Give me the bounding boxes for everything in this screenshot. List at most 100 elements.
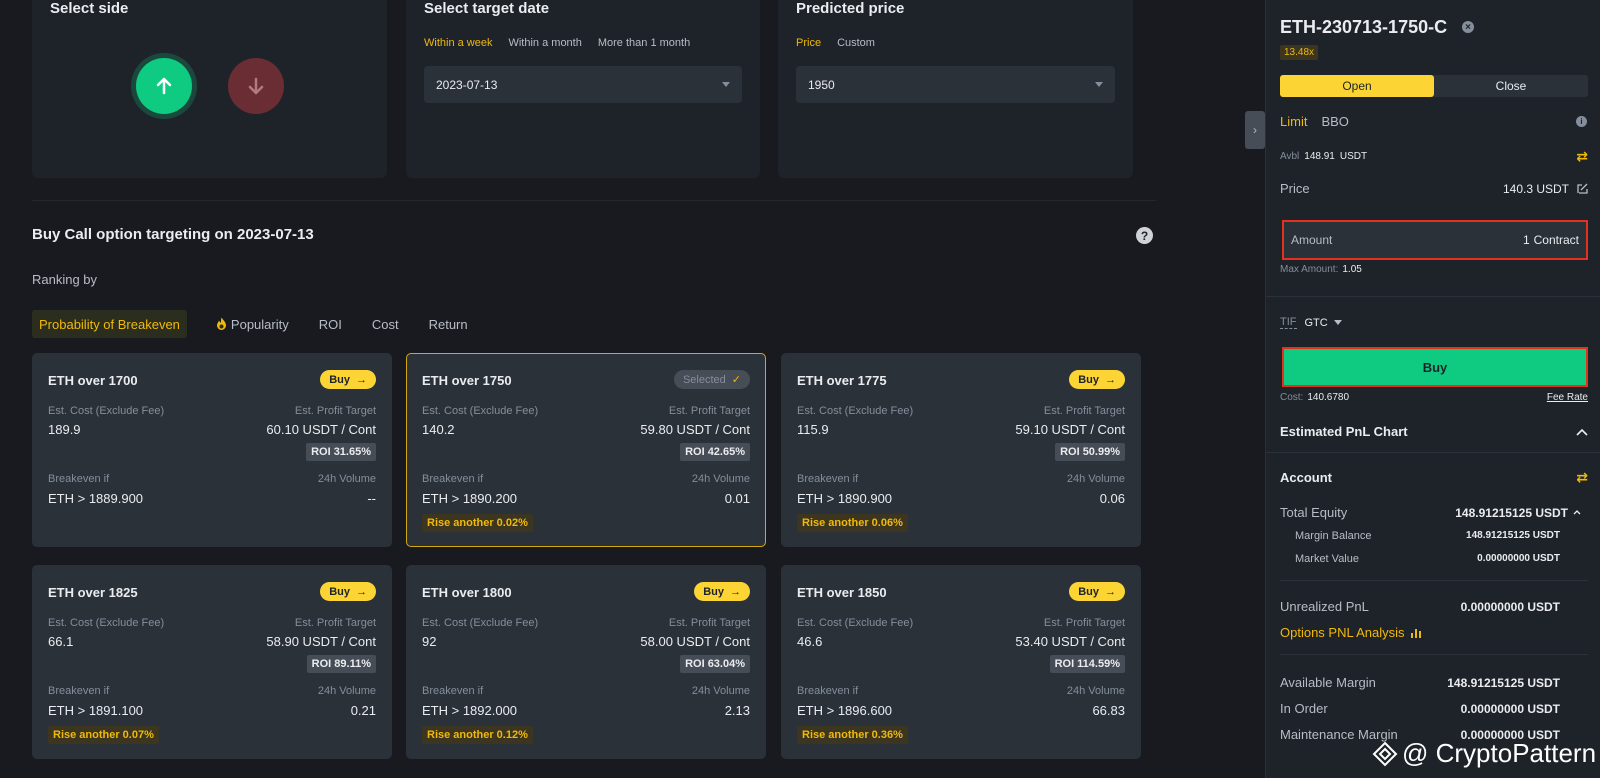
collapse-panel-button[interactable]: › bbox=[1245, 111, 1265, 149]
tab-price[interactable]: Price bbox=[796, 37, 821, 49]
target-date-select[interactable]: 2023-07-13 bbox=[424, 66, 742, 103]
order-panel: ETH-230713-1750-C × 13.48x Open Close Li… bbox=[1265, 0, 1600, 778]
tab-label: Return bbox=[428, 316, 468, 332]
watermark: @ CryptoPattern bbox=[1372, 738, 1596, 769]
tif-select[interactable]: GTC bbox=[1305, 317, 1342, 329]
put-side-button[interactable] bbox=[228, 58, 284, 114]
roi-badge: ROI 114.59% bbox=[1049, 655, 1125, 673]
tab-custom[interactable]: Custom bbox=[837, 37, 875, 49]
account-title: Account bbox=[1280, 470, 1332, 485]
volume-value: 0.06 bbox=[1099, 491, 1125, 506]
est-profit-value: 58.90 USDT / Cont bbox=[266, 634, 376, 649]
breakeven-label: Breakeven if bbox=[48, 473, 110, 485]
card-buy-button[interactable]: Buy → bbox=[320, 582, 376, 601]
tif-row: TIF GTC bbox=[1280, 316, 1588, 329]
est-profit-label: Est. Profit Target bbox=[294, 617, 376, 629]
transfer-icon[interactable]: ⇄ bbox=[1576, 148, 1588, 165]
tab-return[interactable]: Return bbox=[422, 310, 475, 338]
separator bbox=[1280, 654, 1588, 655]
tab-open[interactable]: Open bbox=[1280, 75, 1434, 97]
tab-close[interactable]: Close bbox=[1434, 75, 1588, 97]
caret-down-icon bbox=[1095, 82, 1103, 87]
tab-more-than-month[interactable]: More than 1 month bbox=[598, 37, 690, 49]
price-label: Price bbox=[1280, 181, 1310, 196]
pnl-chart-title: Estimated PnL Chart bbox=[1280, 424, 1408, 439]
fee-rate-link[interactable]: Fee Rate bbox=[1547, 392, 1588, 403]
avbl-label: Avbl bbox=[1280, 151, 1300, 162]
in-order-value: 0.00000000 USDT bbox=[1460, 702, 1560, 716]
volume-label: 24h Volume bbox=[317, 685, 376, 697]
price-value[interactable]: 140.3 USDT bbox=[1503, 182, 1569, 196]
rise-badge: Rise another 0.06% bbox=[797, 514, 908, 532]
tab-probability-breakeven[interactable]: Probability of Breakeven bbox=[32, 310, 187, 338]
in-order-label: In Order bbox=[1280, 701, 1328, 716]
transfer-icon[interactable]: ⇄ bbox=[1576, 469, 1588, 486]
est-profit-label: Est. Profit Target bbox=[668, 405, 750, 417]
arrow-right-icon: → bbox=[1105, 585, 1116, 598]
avbl-value: 148.91 bbox=[1304, 151, 1335, 162]
card-title: ETH over 1750 bbox=[422, 373, 512, 388]
breakeven-value: ETH > 1890.200 bbox=[422, 491, 518, 506]
buy-button-label: Buy bbox=[1422, 359, 1448, 375]
available-margin-value: 148.91215125 USDT bbox=[1447, 676, 1560, 690]
bar-chart-icon bbox=[1410, 628, 1421, 638]
cost-label: Cost: bbox=[1280, 392, 1304, 403]
est-profit-value: 59.80 USDT / Cont bbox=[640, 422, 750, 437]
tab-popularity[interactable]: Popularity bbox=[209, 310, 296, 338]
card-buy-button[interactable]: Buy → bbox=[320, 370, 376, 389]
leverage-badge: 13.48x bbox=[1280, 45, 1319, 60]
section-title: Buy Call option targeting on 2023-07-13 bbox=[32, 226, 314, 243]
tab-within-month[interactable]: Within a month bbox=[508, 37, 581, 49]
options-pnl-analysis-link[interactable]: Options PNL Analysis bbox=[1280, 625, 1422, 640]
volume-value: 2.13 bbox=[724, 703, 750, 718]
card-buy-button[interactable]: Buy → bbox=[1069, 582, 1125, 601]
unrealized-pnl-value: 0.00000000 USDT bbox=[1460, 600, 1560, 614]
arrow-right-icon: → bbox=[356, 373, 367, 386]
contract-symbol: ETH-230713-1750-C bbox=[1280, 17, 1448, 37]
order-type-tabs: Limit BBO bbox=[1280, 114, 1349, 129]
est-cost-label: Est. Cost (Exclude Fee) bbox=[48, 617, 165, 629]
close-icon[interactable]: × bbox=[1462, 21, 1474, 33]
selected-label: Selected bbox=[682, 373, 726, 386]
predicted-price-select[interactable]: 1950 bbox=[796, 66, 1115, 103]
separator bbox=[1280, 580, 1588, 581]
tab-roi[interactable]: ROI bbox=[312, 310, 349, 338]
total-equity-value: 148.91215125 USDT bbox=[1455, 506, 1568, 520]
unrealized-pnl-label: Unrealized PnL bbox=[1280, 599, 1369, 614]
option-card[interactable]: ETH over 1775 Buy → Est. Cost (Exclude Fee)… bbox=[781, 353, 1141, 547]
chevron-up-icon bbox=[1576, 428, 1588, 436]
tab-label: Popularity bbox=[230, 316, 289, 332]
arrow-up-icon bbox=[156, 77, 172, 95]
breakeven-value: ETH > 1891.100 bbox=[48, 703, 144, 718]
amount-input[interactable]: Amount 1 Contract bbox=[1282, 220, 1588, 260]
est-profit-value: 60.10 USDT / Cont bbox=[266, 422, 376, 437]
target-date-title: Select target date bbox=[424, 0, 550, 17]
separator bbox=[1266, 296, 1600, 297]
option-card[interactable]: ETH over 1750 Selected ✓ Est. Cost (Exclude… bbox=[406, 353, 766, 547]
info-icon[interactable]: i bbox=[1576, 116, 1587, 127]
tab-bbo[interactable]: BBO bbox=[1321, 114, 1348, 129]
edit-icon[interactable] bbox=[1577, 183, 1588, 194]
card-buy-button[interactable]: Buy → bbox=[694, 582, 750, 601]
option-card[interactable]: ETH over 1825 Buy → Est. Cost (Exclude Fee)… bbox=[32, 565, 392, 759]
est-profit-value: 59.10 USDT / Cont bbox=[1015, 422, 1125, 437]
tab-limit[interactable]: Limit bbox=[1280, 114, 1307, 129]
buy-button[interactable]: Buy bbox=[1282, 347, 1588, 387]
card-buy-button[interactable]: Buy → bbox=[1069, 370, 1125, 389]
chevron-up-icon[interactable] bbox=[1573, 509, 1581, 515]
tab-cost[interactable]: Cost bbox=[365, 310, 406, 338]
breakeven-label: Breakeven if bbox=[797, 685, 859, 697]
breakeven-label: Breakeven if bbox=[422, 473, 484, 485]
option-card[interactable]: ETH over 1850 Buy → Est. Cost (Exclude Fee)… bbox=[781, 565, 1141, 759]
max-amount-value: 1.05 bbox=[1342, 264, 1362, 275]
help-icon[interactable]: ? bbox=[1136, 227, 1153, 244]
option-card[interactable]: ETH over 1800 Buy → Est. Cost (Exclude Fee)… bbox=[406, 565, 766, 759]
call-side-button[interactable] bbox=[136, 58, 192, 114]
diamond-logo-icon bbox=[1372, 741, 1398, 766]
option-card[interactable]: ETH over 1700 Buy → Est. Cost (Exclude Fee)… bbox=[32, 353, 392, 547]
card-title: ETH over 1700 bbox=[48, 373, 138, 388]
est-profit-label: Est. Profit Target bbox=[1043, 617, 1125, 629]
tab-within-week[interactable]: Within a week bbox=[424, 37, 492, 49]
buy-label: Buy bbox=[329, 373, 350, 386]
pnl-chart-header[interactable]: Estimated PnL Chart bbox=[1280, 424, 1588, 439]
